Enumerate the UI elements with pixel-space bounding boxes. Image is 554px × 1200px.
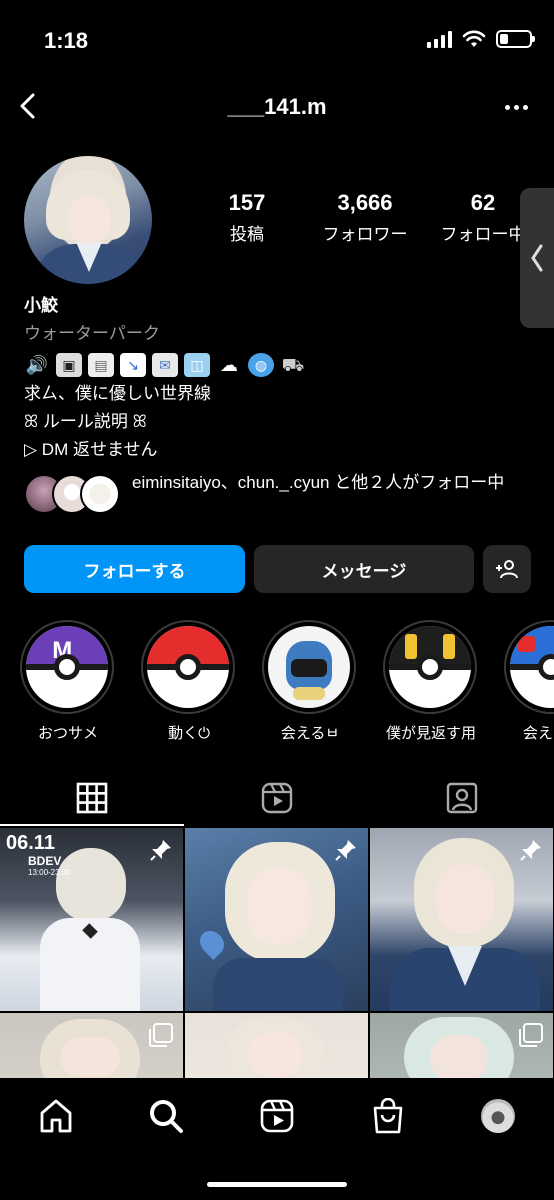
home-icon	[40, 1099, 72, 1133]
followers-stat[interactable]: 3,666 フォロワー	[315, 190, 415, 245]
more-options-button[interactable]	[498, 92, 534, 122]
posts-count: 157	[228, 190, 266, 215]
grid-post[interactable]	[370, 828, 553, 1011]
globe-icon: ◍	[248, 353, 274, 377]
grid-icon	[76, 782, 108, 814]
shopping-bag-icon	[373, 1098, 403, 1134]
tab-tagged[interactable]	[370, 770, 554, 826]
side-panel-handle[interactable]	[520, 188, 554, 328]
nav-home[interactable]	[36, 1096, 76, 1136]
add-user-icon	[496, 560, 518, 579]
ultra-ball-icon	[389, 626, 471, 708]
wifi-icon	[462, 30, 486, 47]
highlight-item[interactable]: 会えるㅂ	[504, 620, 554, 743]
highlight-label: おつサメ	[37, 725, 98, 742]
highlight-item[interactable]: 僕が見返す用	[383, 620, 479, 743]
highlight-label: 動く⏻	[168, 725, 210, 742]
floppy-icon: ▣	[56, 353, 82, 377]
posts-label: 投稿	[230, 225, 264, 244]
bio-line: ▷ DM 返せません	[24, 440, 158, 459]
status-icons	[427, 30, 535, 48]
grid-post[interactable]	[185, 1013, 368, 1078]
nav-shop[interactable]	[368, 1096, 408, 1136]
following-label: フォロー中	[440, 225, 526, 244]
highlight-label: 会えるㅂ	[522, 725, 554, 742]
battery-icon	[496, 30, 535, 48]
chevron-left-icon	[531, 244, 543, 272]
master-ball-icon: M	[26, 626, 108, 708]
tab-posts-grid[interactable]	[0, 770, 184, 826]
profile-tabs	[0, 770, 554, 826]
bio-line: 求ㄙ、僕に優しい世界線	[24, 384, 211, 403]
grid-post[interactable]	[370, 1013, 553, 1078]
grid-post[interactable]: 06.11 BDEV 13:00-23:00	[0, 828, 183, 1011]
profile-avatar[interactable]	[24, 156, 152, 284]
signal-icon	[427, 30, 452, 48]
followers-label: フォロワー	[322, 225, 408, 244]
status-time: 1:18	[44, 28, 89, 53]
follow-button[interactable]: フォローする	[24, 545, 245, 593]
reels-icon	[261, 782, 293, 814]
highlight-item[interactable]: 動く⏻	[141, 620, 237, 743]
search-icon	[150, 1100, 183, 1133]
multi-photo-icon	[519, 1023, 543, 1047]
envelope-icon: ✉	[152, 353, 178, 377]
message-button[interactable]: メッセージ	[254, 545, 474, 593]
suggest-people-button[interactable]	[483, 545, 531, 593]
bio-emoji-row: 🔊 ▣ ▤ ↘ ✉ ◫ ☁ ◍ ⛟	[24, 350, 524, 380]
pin-icon	[520, 840, 541, 861]
pin-icon	[335, 840, 356, 861]
speaker-icon: 🔊	[25, 355, 49, 375]
followers-count: 3,666	[337, 190, 393, 215]
followed-by[interactable]: eiminsitaiyo、chun._.cyun と他２人がフォロー中	[24, 470, 534, 522]
posts-stat[interactable]: 157 投稿	[197, 190, 297, 245]
nav-reels[interactable]	[257, 1096, 297, 1136]
bio-line: ꕤ ルール説明 ꕤ	[24, 412, 147, 431]
display-name: 小鮫	[24, 296, 58, 315]
nav-search[interactable]	[146, 1096, 186, 1136]
highlight-item[interactable]: M おつサメ	[20, 620, 116, 743]
reels-icon	[260, 1099, 294, 1133]
chart-down-icon: ↘	[120, 353, 146, 377]
followed-by-text: eiminsitaiyo、chun._.cyun と他２人がフォロー中	[132, 473, 505, 492]
ice-icon: ◫	[184, 353, 210, 377]
nav-profile[interactable]	[478, 1096, 518, 1136]
cart-icon: ⛟	[281, 355, 305, 375]
following-count: 62	[470, 190, 496, 215]
following-stat[interactable]: 62 フォロー中	[433, 190, 533, 245]
post-overlay-date: 06.11	[6, 832, 55, 854]
tab-reels[interactable]	[185, 770, 369, 826]
grid-post[interactable]	[0, 1013, 183, 1078]
rain-cloud-icon: ☁	[220, 355, 238, 375]
highlight-label: 会えるㅂ	[280, 725, 340, 742]
story-highlights: M おつサメ 動く⏻ 会えるㅂ 僕が見返す用 会え	[0, 620, 554, 750]
great-ball-icon	[510, 626, 554, 708]
posts-grid: 06.11 BDEV 13:00-23:00	[0, 828, 554, 1078]
follower-avatar	[80, 474, 120, 514]
pin-icon	[150, 840, 171, 861]
grid-post[interactable]	[185, 828, 368, 1011]
post-overlay-time: 13:00-23:00	[28, 868, 71, 877]
page-icon: ▤	[88, 353, 114, 377]
post-overlay-title: BDEV	[28, 854, 62, 868]
status-bar: 1:18	[0, 0, 554, 80]
profile-bio: 小鮫 ウォーターパーク 🔊 ▣ ▤ ↘ ✉ ◫ ☁ ◍ ⛟ 求ㄙ、僕に優しい世界…	[24, 292, 524, 464]
profile-header: ___141.m	[0, 80, 554, 134]
multi-photo-icon	[149, 1023, 173, 1047]
profile-category: ウォーターパーク	[24, 324, 160, 343]
poke-ball-icon	[147, 626, 229, 708]
profile-username: ___141.m	[227, 94, 327, 119]
riolu-photo-icon	[268, 626, 350, 708]
active-tab-indicator	[0, 824, 184, 826]
home-indicator[interactable]	[207, 1182, 347, 1187]
tagged-icon	[446, 782, 478, 814]
profile-avatar-icon	[481, 1099, 515, 1133]
highlight-item[interactable]: 会えるㅂ	[262, 620, 358, 743]
highlight-label: 僕が見返す用	[385, 725, 476, 742]
